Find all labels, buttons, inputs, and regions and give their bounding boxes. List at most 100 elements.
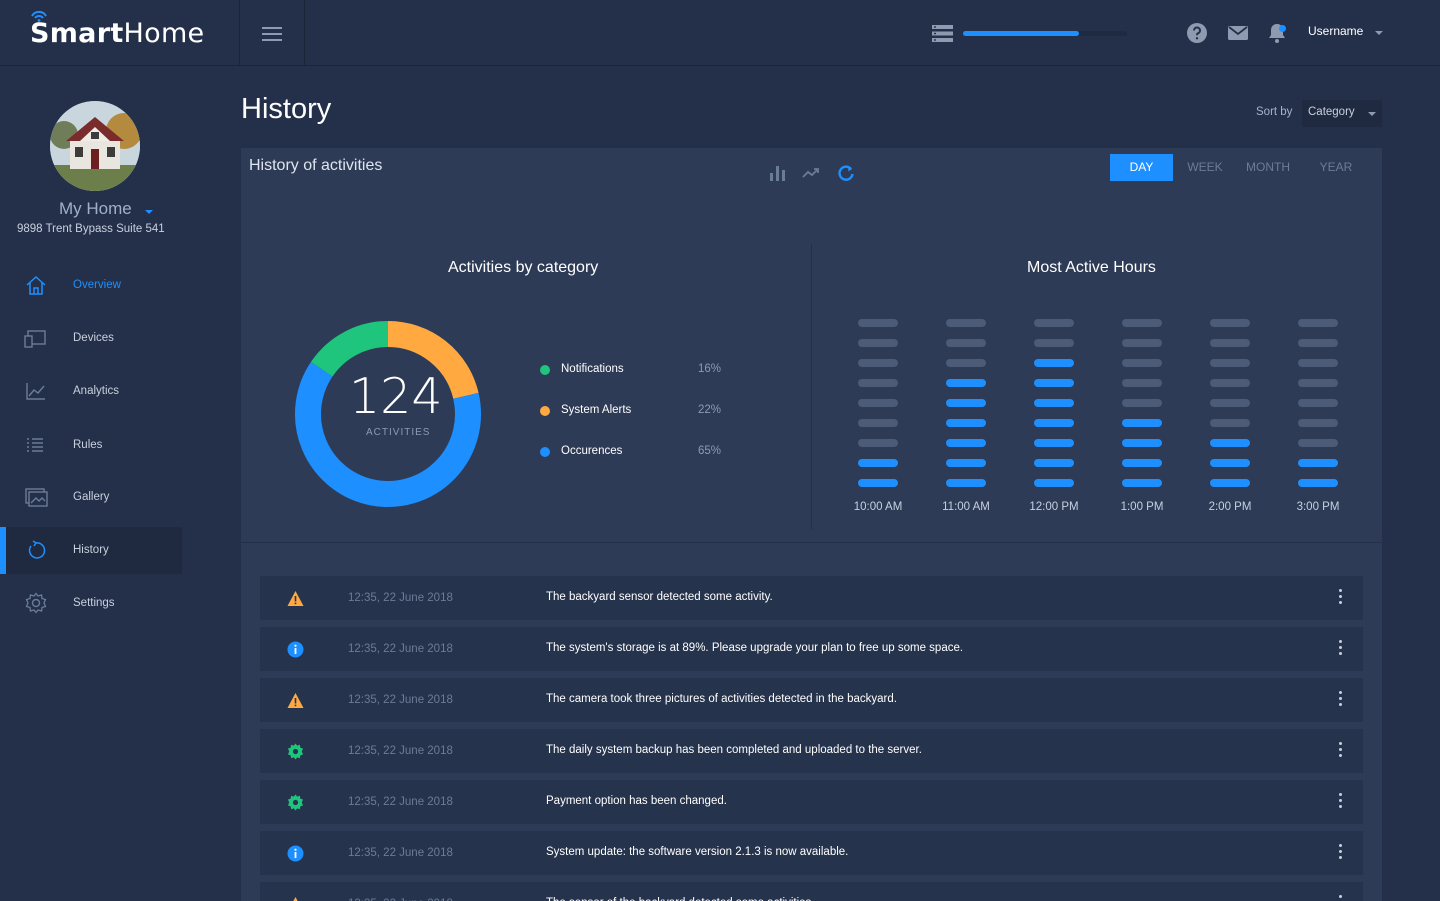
hour-bar-segment xyxy=(1210,339,1250,347)
history-icon xyxy=(28,540,46,559)
top-bar: SmartHome Username xyxy=(0,0,1440,66)
hour-bar-segment xyxy=(858,479,898,487)
legend-dot-system-alerts xyxy=(540,406,550,416)
category-title: Activities by category xyxy=(448,259,599,276)
hour-bar-segment xyxy=(1122,459,1162,467)
sidebar-item-label: Gallery xyxy=(73,491,110,503)
hour-bar-segment xyxy=(1298,459,1338,467)
sidebar-item-gallery[interactable]: Gallery xyxy=(0,474,182,521)
period-week-button[interactable]: WEEK xyxy=(1177,154,1233,181)
logo-text: SmartHome xyxy=(30,18,205,49)
hour-bar-segment xyxy=(946,479,986,487)
legend-percent: 65% xyxy=(698,445,722,457)
hour-bar-segment xyxy=(1298,419,1338,427)
donut-slice-notifications xyxy=(310,321,389,377)
activity-row[interactable]: 12:35, 22 June 2018 System update: the so… xyxy=(260,831,1363,875)
hour-bar-segment xyxy=(1122,339,1162,347)
activity-text: Payment option has been changed. xyxy=(546,795,727,807)
activity-time: 12:35, 22 June 2018 xyxy=(348,847,453,859)
username[interactable]: Username xyxy=(1308,24,1363,38)
hour-bar-segment xyxy=(1122,379,1162,387)
period-month-button[interactable]: MONTH xyxy=(1239,154,1297,181)
trend-icon[interactable] xyxy=(802,164,820,182)
hour-column xyxy=(1122,319,1162,499)
activity-row[interactable]: 12:35, 22 June 2018 The daily system back… xyxy=(260,729,1363,773)
menu-icon[interactable] xyxy=(262,27,282,41)
home-avatar xyxy=(50,101,140,191)
activity-text: The camera took three pictures of activi… xyxy=(546,693,897,705)
sidebar-item-history[interactable]: History xyxy=(0,527,182,574)
page-title: History xyxy=(241,93,332,125)
sidebar-item-overview[interactable]: Overview xyxy=(0,262,182,309)
hour-bar-segment xyxy=(858,459,898,467)
hour-bar-segment xyxy=(1210,399,1250,407)
chevron-down-icon[interactable] xyxy=(145,210,153,214)
devices-icon xyxy=(24,330,46,348)
divider xyxy=(811,244,812,530)
hour-bar-segment xyxy=(1210,359,1250,367)
hour-bar-segment xyxy=(1122,479,1162,487)
hour-bar-segment xyxy=(858,339,898,347)
activities-count: 124 xyxy=(349,368,443,425)
sidebar-item-label: Settings xyxy=(73,597,115,609)
hour-column xyxy=(946,319,986,499)
sort-select[interactable]: Category xyxy=(1302,100,1382,127)
warning-icon xyxy=(287,692,304,709)
legend-dot-notifications xyxy=(540,365,550,375)
hour-bar-segment xyxy=(1298,359,1338,367)
more-options-icon[interactable] xyxy=(1334,640,1346,658)
sidebar-item-rules[interactable]: Rules xyxy=(0,422,182,469)
hour-bar-segment xyxy=(1210,459,1250,467)
hour-bar-segment xyxy=(1034,359,1074,367)
hour-bar-segment xyxy=(858,379,898,387)
activity-row[interactable]: 12:35, 22 June 2018 Payment option has be… xyxy=(260,780,1363,824)
activity-time: 12:35, 22 June 2018 xyxy=(348,694,453,706)
hour-bar-segment xyxy=(946,339,986,347)
help-icon[interactable] xyxy=(1186,22,1208,44)
hour-bar-segment xyxy=(1122,439,1162,447)
activity-text: The backyard sensor detected some activi… xyxy=(546,591,773,603)
refresh-icon[interactable] xyxy=(837,164,855,182)
hour-bar-segment xyxy=(1298,479,1338,487)
logo[interactable]: SmartHome xyxy=(30,10,210,54)
more-options-icon[interactable] xyxy=(1334,742,1346,760)
hour-bar-segment xyxy=(1298,319,1338,327)
hour-bar-segment xyxy=(858,439,898,447)
hour-bar-segment xyxy=(946,399,986,407)
period-year-button[interactable]: YEAR xyxy=(1308,154,1364,181)
activity-row[interactable]: 12:35, 22 June 2018 The camera took three… xyxy=(260,678,1363,722)
sidebar-item-devices[interactable]: Devices xyxy=(0,315,182,362)
hour-label: 3:00 PM xyxy=(1296,501,1340,513)
hour-bar-segment xyxy=(946,359,986,367)
hour-column xyxy=(1210,319,1250,499)
sidebar-item-analytics[interactable]: Analytics xyxy=(0,368,182,415)
bar-chart-icon[interactable] xyxy=(769,164,787,182)
hour-bar-segment xyxy=(1034,459,1074,467)
hour-bar-segment xyxy=(1034,339,1074,347)
sidebar-item-settings[interactable]: Settings xyxy=(0,580,182,627)
more-options-icon[interactable] xyxy=(1334,844,1346,862)
hour-bar-segment xyxy=(1034,319,1074,327)
sidebar-item-label: Rules xyxy=(73,439,103,451)
hour-bar-segment xyxy=(1034,379,1074,387)
legend-label: Occurences xyxy=(561,445,623,457)
gear-icon xyxy=(287,794,304,811)
chevron-down-icon[interactable] xyxy=(1375,31,1383,35)
activity-text: The system's storage is at 89%. Please u… xyxy=(546,642,964,654)
home-selector[interactable]: My Home xyxy=(59,199,132,219)
more-options-icon[interactable] xyxy=(1334,589,1346,607)
activity-time: 12:35, 22 June 2018 xyxy=(348,592,453,604)
info-icon xyxy=(287,641,304,658)
mail-icon[interactable] xyxy=(1227,22,1249,44)
more-options-icon[interactable] xyxy=(1334,793,1346,811)
more-options-icon[interactable] xyxy=(1334,691,1346,709)
hour-bar-segment xyxy=(1210,439,1250,447)
settings-icon xyxy=(25,592,47,614)
activity-row[interactable]: 12:35, 22 June 2018The sensor of the bac… xyxy=(260,882,1363,901)
activity-row[interactable]: 12:35, 22 June 2018 The system's storage … xyxy=(260,627,1363,671)
more-options-icon[interactable] xyxy=(1334,895,1346,901)
activity-text: The daily system backup has been complet… xyxy=(546,744,922,756)
activity-time: 12:35, 22 June 2018 xyxy=(348,796,453,808)
period-day-button[interactable]: DAY xyxy=(1110,154,1173,181)
activity-row[interactable]: 12:35, 22 June 2018 The backyard sensor d… xyxy=(260,576,1363,620)
